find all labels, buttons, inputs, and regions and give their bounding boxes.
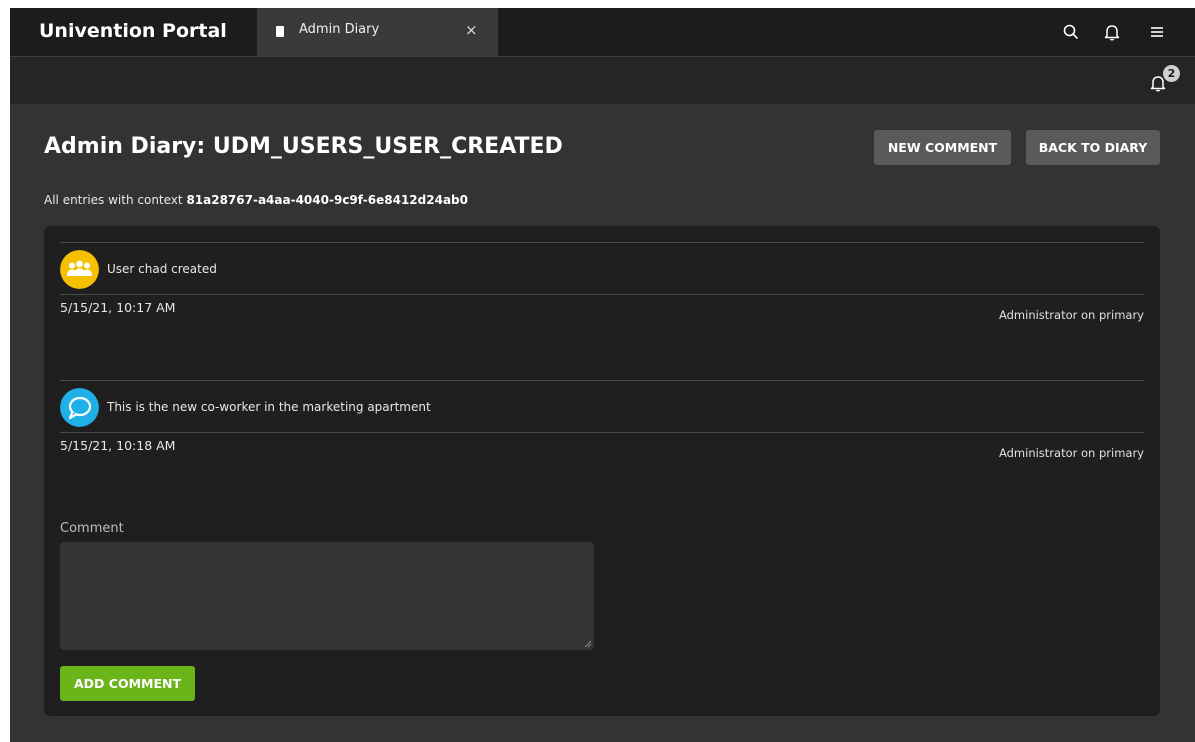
tab-admin-diary[interactable]: Admin Diary × [257, 8, 498, 56]
divider [60, 380, 1144, 381]
entry-message: User chad created [107, 262, 217, 276]
divider [60, 432, 1144, 433]
context-id: 81a28767-a4aa-4040-9c9f-6e8412d24ab0 [186, 193, 468, 207]
diary-entries-card: User chad created 5/15/21, 10:17 AM Admi… [44, 226, 1160, 716]
bell-icon[interactable] [1102, 22, 1122, 42]
search-icon[interactable] [1061, 22, 1081, 42]
users-icon [60, 250, 99, 289]
comment-icon [60, 388, 99, 427]
notification-count-badge[interactable]: 2 [1163, 65, 1180, 82]
entry-author: Administrator on primary [998, 446, 1144, 460]
tab-close-button[interactable]: × [465, 21, 478, 39]
portal-window: Univention Portal Admin Diary × 2 Admin … [10, 8, 1195, 742]
divider [60, 242, 1144, 243]
entry-message: This is the new co-worker in the marketi… [107, 400, 431, 414]
page-title: Admin Diary: UDM_USERS_USER_CREATED [44, 134, 563, 159]
top-header: Univention Portal Admin Diary × [10, 8, 1195, 56]
back-to-diary-button[interactable]: BACK TO DIARY [1026, 130, 1160, 165]
book-icon [276, 26, 284, 37]
menu-icon[interactable] [1147, 22, 1167, 42]
new-comment-button[interactable]: NEW COMMENT [874, 130, 1011, 165]
divider [60, 294, 1144, 295]
comment-textarea[interactable] [60, 542, 594, 650]
portal-brand[interactable]: Univention Portal [39, 20, 227, 42]
entry-author: Administrator on primary [998, 308, 1144, 322]
entry-date: 5/15/21, 10:17 AM [60, 300, 176, 315]
add-comment-button[interactable]: ADD COMMENT [60, 666, 195, 701]
entry-date: 5/15/21, 10:18 AM [60, 438, 176, 453]
context-prefix: All entries with context [44, 193, 183, 207]
notification-bar: 2 [10, 56, 1195, 104]
resize-handle-icon[interactable] [584, 640, 592, 648]
tab-label: Admin Diary [299, 22, 380, 37]
context-line: All entries with context 81a28767-a4aa-4… [44, 193, 468, 207]
comment-label: Comment [60, 521, 124, 536]
